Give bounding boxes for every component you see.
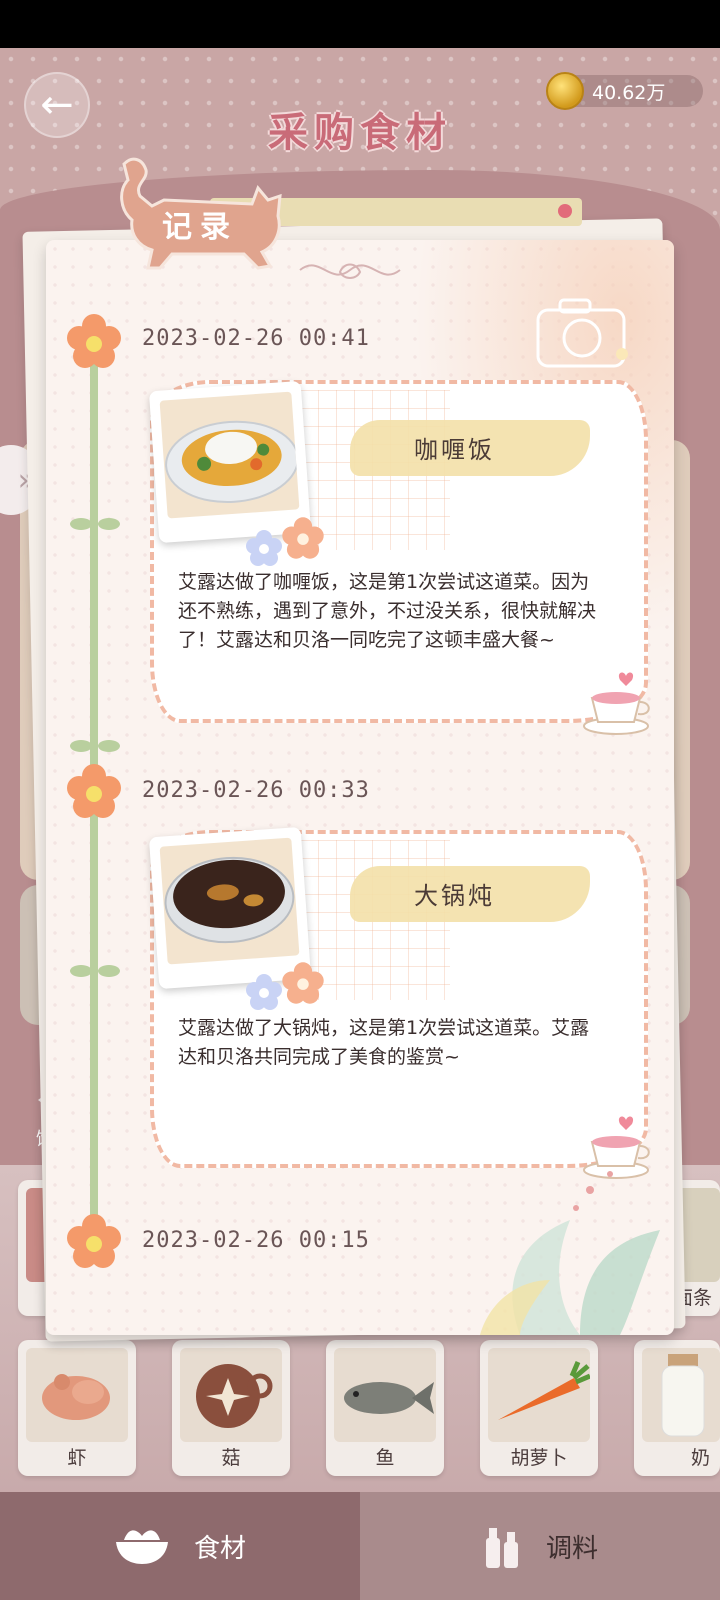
pin-dot [558, 204, 572, 218]
stew-pot-icon [164, 856, 295, 944]
tab-seasonings[interactable]: 调料 [360, 1492, 720, 1600]
ingredient-card-shrimp[interactable]: 虾 [18, 1340, 136, 1476]
tab-label: 食材 [193, 1533, 246, 1564]
ingredient-image [26, 1348, 128, 1442]
tab-bar: 食材 调料 [0, 1492, 720, 1600]
tab-ingredients[interactable]: 食材 [0, 1492, 360, 1600]
coin-value: 40.62万 [592, 81, 666, 104]
leaf [70, 518, 92, 530]
ingredient-image [642, 1348, 720, 1442]
flower-icon [67, 1214, 121, 1268]
entry-text: 艾露达做了大锅炖，这是第1次尝试这道菜。艾露达和贝洛共同完成了美食的鉴赏~ [178, 1017, 590, 1068]
fish-icon [344, 1382, 434, 1414]
photo-area [159, 391, 300, 519]
ingredient-card-mushroom[interactable]: 菇 [172, 1340, 290, 1476]
bottles-icon [485, 1528, 518, 1568]
status-bar [0, 0, 720, 48]
flower-icon [67, 314, 121, 368]
flower-icon [246, 974, 282, 1010]
ingredient-label: 鱼 [375, 1447, 395, 1469]
leaf [98, 518, 120, 530]
leaf [70, 965, 92, 977]
ingredient-card-carrot[interactable]: 胡萝卜 [480, 1340, 598, 1476]
ingredient-image [488, 1348, 591, 1442]
coin-icon [546, 72, 584, 110]
entry-text: 艾露达做了咖喱饭，这是第1次尝试这道菜。因为还不熟练，遇到了意外，不过没关系，很… [178, 571, 597, 651]
entry-date: 2023-02-26 00:15 [142, 1228, 370, 1253]
photo-area [159, 837, 300, 965]
ingredient-image [180, 1348, 282, 1442]
record-tab[interactable]: 记录 [112, 150, 292, 270]
dish-title: 大锅炖 [414, 882, 495, 910]
flower-icon [67, 764, 121, 818]
flower-icon [282, 962, 324, 1004]
ornament-icon [299, 263, 401, 279]
camera-icon [536, 298, 628, 368]
leaf [98, 740, 120, 752]
ingredient-card-fish[interactable]: 鱼 [326, 1340, 444, 1476]
bowl-icon [115, 1530, 168, 1564]
leaf [98, 965, 120, 977]
record-tab-label: 记录 [162, 210, 238, 245]
entry-date: 2023-02-26 00:33 [142, 778, 370, 803]
ingredient-image [334, 1348, 436, 1442]
ingredient-card-milk[interactable]: 奶 [634, 1340, 720, 1476]
leaf [70, 740, 92, 752]
ingredient-label: 菇 [221, 1447, 241, 1469]
entry-date: 2023-02-26 00:41 [142, 326, 370, 351]
page-title: 采购食材 [268, 110, 452, 156]
dish-title: 咖喱饭 [414, 436, 495, 464]
ingredient-label: 胡萝卜 [510, 1447, 568, 1469]
ingredient-label: 奶 [690, 1447, 710, 1469]
flower-icon [246, 530, 282, 566]
teacup-icon [583, 672, 650, 735]
ingredient-label: 虾 [67, 1447, 87, 1469]
shrimp-icon [42, 1374, 110, 1420]
milk-bottle-icon [661, 1354, 705, 1437]
flower-icon [282, 517, 324, 559]
coin-balance: 40.62万 [546, 72, 703, 110]
mushroom-icon [196, 1364, 273, 1428]
carrot-icon [498, 1361, 591, 1420]
curry-rice-icon [165, 420, 299, 504]
tab-label: 调料 [545, 1533, 598, 1564]
plant-decoration [480, 1171, 660, 1335]
